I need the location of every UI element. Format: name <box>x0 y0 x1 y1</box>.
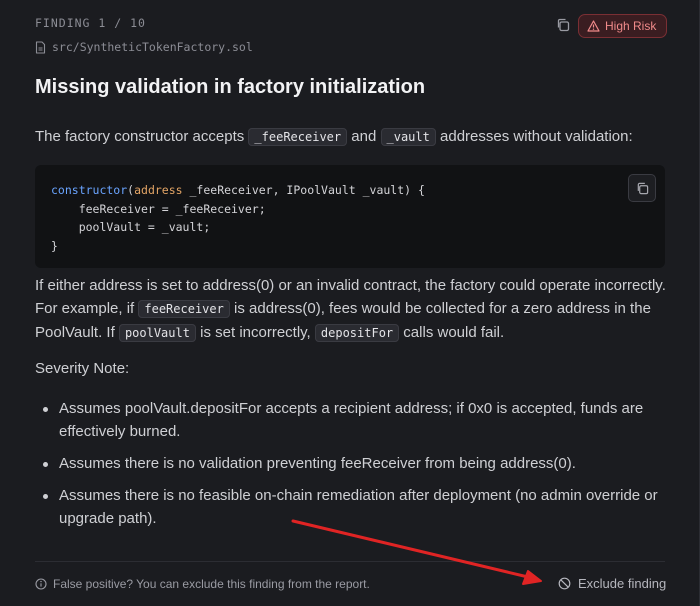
list-item: Assumes poolVault.depositFor accepts a r… <box>43 397 689 443</box>
warning-triangle-icon <box>587 20 600 32</box>
risk-badge: High Risk <box>578 14 668 38</box>
severity-bullet-list: Assumes poolVault.depositFor accepts a r… <box>35 397 689 539</box>
code-keyword: constructor <box>51 183 128 197</box>
file-icon <box>35 40 46 54</box>
false-positive-hint: False positive? You can exclude this fin… <box>35 577 370 591</box>
code-line: } <box>51 238 58 253</box>
info-circle-icon <box>35 578 47 590</box>
inline-code-fee-receiver: feeReceiver <box>138 300 230 318</box>
inline-code-vault-param: _vault <box>380 128 436 146</box>
copy-finding-button[interactable] <box>554 16 572 34</box>
inline-code-fee-receiver-param: _feeReceiver <box>248 128 348 146</box>
copy-icon <box>557 18 570 32</box>
intro-text-mid: and <box>347 128 381 145</box>
finding-title: Missing validation in factory initializa… <box>35 76 426 98</box>
code-token: _feeReceiver, IPoolVault _vault) { <box>182 183 425 197</box>
intro-text-after: addresses without validation: <box>435 128 633 145</box>
intro-paragraph: The factory constructor accepts _feeRece… <box>35 125 667 149</box>
explanation-paragraph: If either address is set to address(0) o… <box>35 274 667 345</box>
ban-icon <box>558 577 571 590</box>
footer-divider <box>35 561 665 562</box>
risk-label: High Risk <box>605 19 657 33</box>
inline-code-pool-vault: poolVault <box>118 324 196 342</box>
exclude-finding-label: Exclude finding <box>578 576 667 591</box>
inline-code-deposit-for: depositFor <box>314 324 400 342</box>
code-type: address <box>134 183 183 197</box>
code-line: feeReceiver = _feeReceiver; <box>51 201 266 216</box>
finding-header: FINDING 1 / 10 High Risk <box>35 14 668 38</box>
exclude-finding-button[interactable]: Exclude finding <box>558 576 666 591</box>
file-path: src/SyntheticTokenFactory.sol <box>52 40 253 54</box>
file-path-row: src/SyntheticTokenFactory.sol <box>35 40 253 54</box>
copy-icon <box>637 182 648 194</box>
severity-note-label: Severity Note: <box>35 360 130 377</box>
finding-counter: FINDING 1 / 10 <box>35 16 146 30</box>
intro-text-before: The factory constructor accepts <box>35 128 249 145</box>
explanation-text: calls would fail. <box>399 324 505 341</box>
false-positive-text: False positive? You can exclude this fin… <box>53 577 370 591</box>
copy-code-button[interactable] <box>628 174 656 202</box>
explanation-text: is set incorrectly, <box>195 324 315 341</box>
code-content: constructor(address _feeReceiver, IPoolV… <box>51 181 425 255</box>
list-item: Assumes there is no validation preventin… <box>43 452 689 475</box>
code-line: poolVault = _vault; <box>51 220 211 234</box>
code-block: constructor(address _feeReceiver, IPoolV… <box>35 165 665 268</box>
finding-panel: FINDING 1 / 10 High Risk src/SyntheticTo… <box>0 0 700 606</box>
list-item: Assumes there is no feasible on-chain re… <box>43 484 689 530</box>
